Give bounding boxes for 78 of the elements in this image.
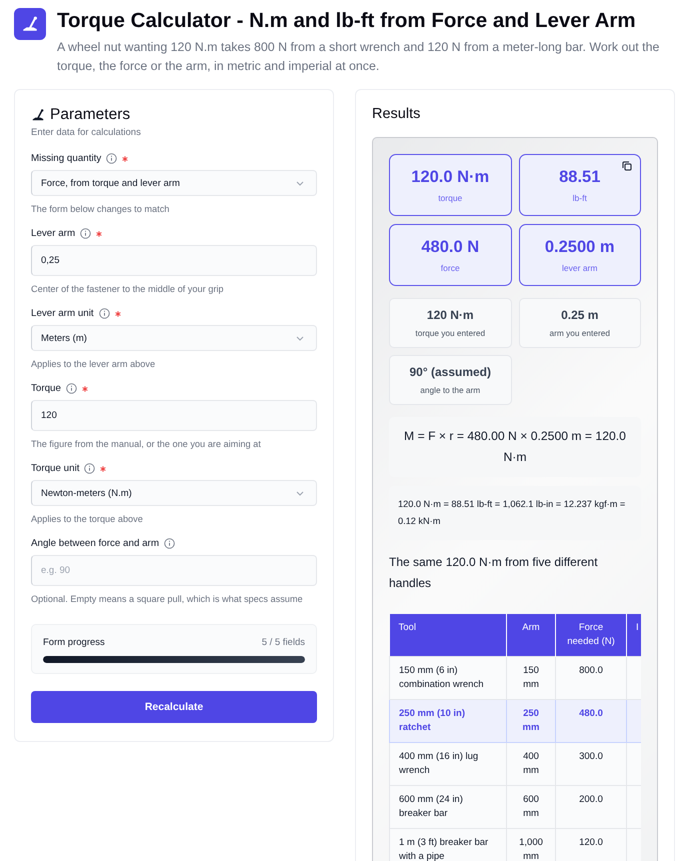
column-header[interactable]: Force needed (N) xyxy=(556,614,626,656)
select-field[interactable]: Force, from torque and lever arm xyxy=(31,170,317,196)
column-header[interactable]: Tool xyxy=(390,614,506,656)
copy-icon[interactable] xyxy=(622,161,632,171)
select-field[interactable]: Meters (m) xyxy=(31,325,317,351)
panel-title: Results xyxy=(372,106,422,122)
result-value: 88.51 xyxy=(559,168,600,186)
table-cell: 200.0 xyxy=(556,786,626,828)
table-cell: 300.0 xyxy=(556,742,626,786)
input-field[interactable]: e.g. 90 xyxy=(31,555,317,586)
page-title: Torque Calculator - N.m and lb-ft from Force and Lever Arm xyxy=(57,8,637,34)
field-label: Angle between force and arm xyxy=(31,538,159,549)
result-value: 480.0 N xyxy=(421,238,480,256)
result-label: lb-ft xyxy=(572,192,587,202)
field-hint: Applies to the lever arm above xyxy=(31,359,156,369)
summary-value: 90° (assumed) xyxy=(410,365,491,379)
table-cell: 1,000 mm xyxy=(506,828,556,861)
summary-label: torque you entered xyxy=(415,328,486,338)
page-description: A wheel nut wanting 120 N.m takes 800 N from a short wrench and 120 N from a meter-long bar. Work out the torque, the force or the arm, in metric and imperial at once. xyxy=(57,39,660,75)
info-icon[interactable] xyxy=(98,308,110,319)
column-header[interactable]: I xyxy=(626,614,641,656)
required-icon xyxy=(96,230,102,236)
result-value: 0.2500 m xyxy=(544,238,615,256)
lever-icon xyxy=(21,15,39,33)
table-cell: 480.0 xyxy=(556,700,626,742)
panel-title: Parameters xyxy=(50,106,130,124)
table-cell: 250 mm (10 in) ratchet xyxy=(390,700,506,742)
field-label: Missing quantity xyxy=(31,153,102,164)
result-label: force xyxy=(440,262,460,272)
field-hint: The form below changes to match xyxy=(31,204,170,214)
table-cell: 120.0 xyxy=(556,828,626,861)
field-hint: Optional. Empty means a square pull, which is what specs assume xyxy=(31,594,304,604)
field-hint: The figure from the manual, or the one you are aiming at xyxy=(31,439,262,449)
info-icon[interactable] xyxy=(66,383,77,394)
field-label: Lever arm unit xyxy=(31,308,94,319)
table-cell: 150 mm (6 in) combination wrench xyxy=(390,656,506,700)
recalculate-button[interactable]: Recalculate xyxy=(31,691,317,723)
table-title: The same 120.0 N·m from five different handles xyxy=(389,554,599,592)
table-cell: 150 mm xyxy=(506,656,556,700)
chevron-down-icon xyxy=(296,490,304,496)
field-label: Torque unit xyxy=(31,463,80,474)
table-cell: 400 mm xyxy=(506,742,556,786)
table-cell: 800.0 xyxy=(556,656,626,700)
chevron-down-icon xyxy=(296,180,304,186)
info-icon[interactable] xyxy=(84,463,96,474)
progress-count: 5 / 5 fields xyxy=(262,637,305,648)
column-header[interactable]: Arm xyxy=(506,614,556,656)
summary-value: 120 N·m xyxy=(426,308,474,322)
result-label: torque xyxy=(438,192,462,202)
result-value: 120.0 N·m xyxy=(411,168,490,186)
table-cell: 600 mm (24 in) breaker bar xyxy=(390,786,506,828)
required-icon xyxy=(114,310,121,316)
select-field[interactable]: Newton-meters (N.m) xyxy=(31,480,317,506)
table-cell: 600 mm xyxy=(506,786,556,828)
table-cell: 400 mm (16 in) lug wrench xyxy=(390,742,506,786)
summary-label: angle to the arm xyxy=(420,385,480,395)
info-icon[interactable] xyxy=(80,228,92,239)
info-icon[interactable] xyxy=(164,538,175,549)
field-label: Lever arm xyxy=(31,228,76,239)
table-cell: 1 m (3 ft) breaker bar with a pipe xyxy=(390,828,506,861)
field-label: Torque xyxy=(31,383,61,394)
chevron-down-icon xyxy=(296,336,304,340)
formula-text: M = F × r = 480.00 N × 0.2500 m = 120.0 N·m xyxy=(389,417,641,477)
summary-value: 0.25 m xyxy=(561,308,598,322)
required-icon xyxy=(100,466,106,472)
panel-subtitle: Enter data for calculations xyxy=(31,127,142,138)
summary-label: arm you entered xyxy=(550,328,610,338)
input-field[interactable]: 120 xyxy=(31,400,317,431)
field-hint: Center of the fastener to the middle of your grip xyxy=(31,284,225,294)
info-icon[interactable] xyxy=(106,153,118,164)
progress-label: Form progress xyxy=(43,637,105,648)
result-label: lever arm xyxy=(562,262,598,272)
lever-icon xyxy=(31,108,45,122)
field-hint: Applies to the torque above xyxy=(31,514,144,524)
required-icon xyxy=(122,156,128,162)
input-field[interactable]: 0,25 xyxy=(31,245,317,276)
required-icon xyxy=(82,386,88,392)
table-cell: 250 mm xyxy=(506,700,556,742)
